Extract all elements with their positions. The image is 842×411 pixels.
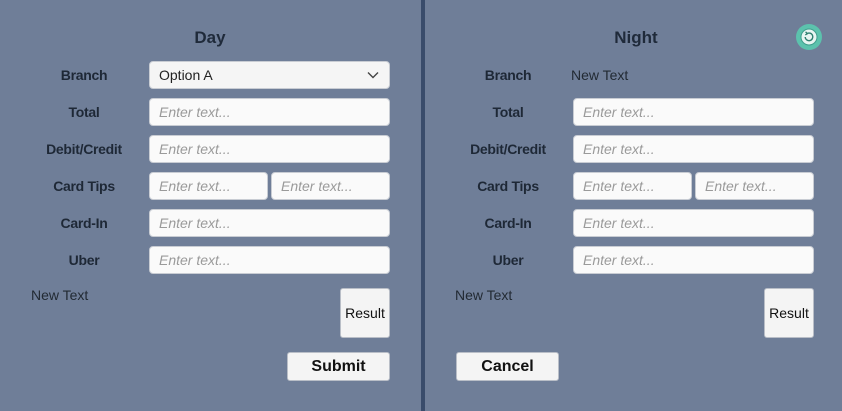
- day-card-tips-input-2[interactable]: [271, 172, 390, 200]
- day-card-in-input[interactable]: [149, 209, 390, 237]
- day-debit-credit-label: Debit/Credit: [46, 141, 122, 157]
- night-status-text: New Text: [455, 287, 513, 303]
- night-debit-credit-label: Debit/Credit: [470, 141, 546, 157]
- day-uber-input[interactable]: [149, 246, 390, 274]
- day-branch-selected-value: Option A: [159, 67, 213, 83]
- day-debit-credit-input[interactable]: [149, 135, 390, 163]
- night-card-tips-input-2[interactable]: [695, 172, 814, 200]
- night-card-tips-label: Card Tips: [477, 178, 539, 194]
- night-debit-credit-input[interactable]: [573, 135, 814, 163]
- refresh-icon: [800, 28, 818, 46]
- night-uber-label: Uber: [492, 252, 524, 268]
- day-status-text: New Text: [31, 287, 89, 303]
- night-title: Night: [614, 28, 658, 47]
- night-branch-value: New Text: [571, 67, 629, 83]
- night-result-button[interactable]: Result: [764, 288, 814, 338]
- day-card-tips-label: Card Tips: [53, 178, 115, 194]
- day-panel: Day Branch Option A Total Debit/Credit C…: [0, 0, 421, 411]
- night-branch-label: Branch: [484, 67, 532, 83]
- day-card-in-label: Card-In: [60, 215, 108, 231]
- chevron-down-icon: [367, 72, 379, 79]
- day-branch-dropdown[interactable]: Option A: [149, 61, 390, 89]
- night-card-in-input[interactable]: [573, 209, 814, 237]
- submit-button[interactable]: Submit: [287, 352, 390, 381]
- day-uber-label: Uber: [68, 252, 100, 268]
- day-branch-label: Branch: [60, 67, 108, 83]
- refresh-button[interactable]: [796, 24, 822, 50]
- day-total-input[interactable]: [149, 98, 390, 126]
- day-result-button[interactable]: Result: [340, 288, 390, 338]
- night-card-in-label: Card-In: [484, 215, 532, 231]
- night-uber-input[interactable]: [573, 246, 814, 274]
- cancel-button[interactable]: Cancel: [456, 352, 559, 381]
- day-card-tips-input-1[interactable]: [149, 172, 268, 200]
- night-total-input[interactable]: [573, 98, 814, 126]
- day-total-label: Total: [68, 104, 100, 120]
- night-card-tips-input-1[interactable]: [573, 172, 692, 200]
- night-total-label: Total: [492, 104, 524, 120]
- night-panel: Night Branch New Text Total Debit/Credit…: [425, 0, 842, 411]
- day-title: Day: [194, 28, 226, 47]
